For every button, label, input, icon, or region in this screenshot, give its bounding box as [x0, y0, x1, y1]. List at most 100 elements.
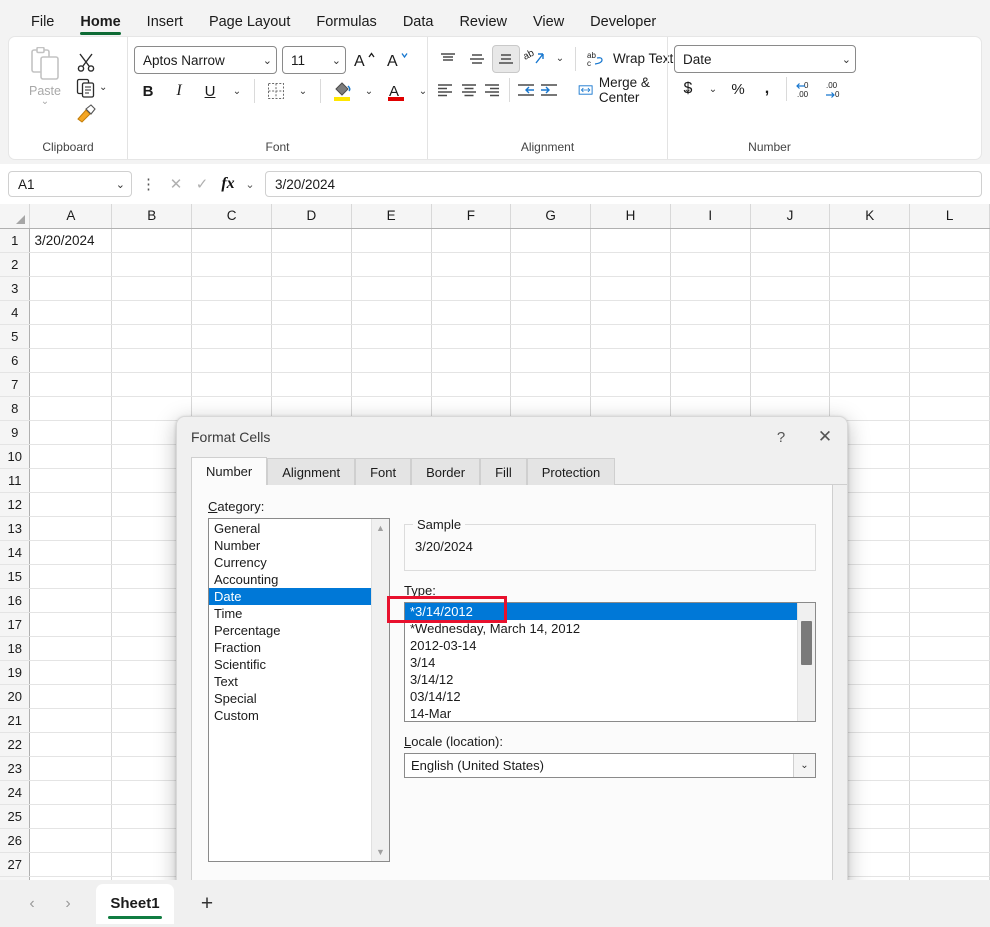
cell-L13[interactable] — [909, 516, 990, 541]
category-item-currency[interactable]: Currency — [209, 554, 371, 571]
help-icon[interactable]: ? — [759, 418, 803, 456]
category-item-time[interactable]: Time — [209, 605, 371, 622]
cell-A19[interactable] — [29, 660, 113, 685]
number-format-combo[interactable]: Date ⌄ — [674, 45, 856, 73]
borders-dropdown[interactable]: ⌄ — [293, 77, 313, 105]
add-sheet-button[interactable]: + — [184, 889, 230, 919]
underline-dropdown[interactable]: ⌄ — [227, 77, 247, 105]
dialog-tab-border[interactable]: Border — [411, 458, 481, 485]
decrease-font-size-button[interactable]: A — [384, 46, 412, 74]
cell-F1[interactable] — [431, 228, 512, 253]
fill-color-dropdown[interactable]: ⌄ — [359, 77, 379, 105]
percent-style-button[interactable]: % — [724, 75, 752, 103]
column-header-J[interactable]: J — [750, 204, 831, 229]
type-item-4[interactable]: 3/14/12 — [405, 671, 797, 688]
cell-L14[interactable] — [909, 540, 990, 565]
cell-G3[interactable] — [510, 276, 592, 301]
cell-G1[interactable] — [510, 228, 592, 253]
cell-I4[interactable] — [670, 300, 751, 325]
confirm-entry-button[interactable]: ✓ — [191, 173, 213, 195]
type-item-5[interactable]: 03/14/12 — [405, 688, 797, 705]
cell-J4[interactable] — [750, 300, 831, 325]
row-header-13[interactable]: 13 — [0, 516, 31, 541]
cell-I2[interactable] — [670, 252, 751, 277]
row-header-23[interactable]: 23 — [0, 756, 31, 781]
cell-K7[interactable] — [829, 372, 911, 397]
cell-A24[interactable] — [29, 780, 113, 805]
row-header-8[interactable]: 8 — [0, 396, 31, 421]
row-header-24[interactable]: 24 — [0, 780, 31, 805]
cell-C7[interactable] — [191, 372, 272, 397]
font-name-combo[interactable]: Aptos Narrow ⌄ — [134, 46, 277, 74]
row-header-11[interactable]: 11 — [0, 468, 31, 493]
cell-L10[interactable] — [909, 444, 990, 469]
row-header-26[interactable]: 26 — [0, 828, 31, 853]
scroll-down-icon[interactable]: ▼ — [372, 843, 389, 861]
row-header-27[interactable]: 27 — [0, 852, 31, 877]
cell-B3[interactable] — [111, 276, 193, 301]
increase-decimal-button[interactable]: 0 .00 — [792, 75, 820, 103]
cell-G5[interactable] — [510, 324, 592, 349]
cell-C6[interactable] — [191, 348, 272, 373]
more-options-icon[interactable]: ⋮ — [138, 175, 159, 193]
cell-G2[interactable] — [510, 252, 592, 277]
column-header-B[interactable]: B — [111, 204, 193, 229]
column-header-I[interactable]: I — [670, 204, 751, 229]
cell-B6[interactable] — [111, 348, 193, 373]
cell-J2[interactable] — [750, 252, 831, 277]
cell-H4[interactable] — [590, 300, 671, 325]
type-item-3[interactable]: 3/14 — [405, 654, 797, 671]
row-header-10[interactable]: 10 — [0, 444, 31, 469]
insert-function-button[interactable]: fx — [217, 173, 239, 195]
category-item-date[interactable]: Date — [209, 588, 371, 605]
cell-F7[interactable] — [431, 372, 512, 397]
column-header-A[interactable]: A — [29, 204, 113, 229]
type-item-0[interactable]: *3/14/2012 — [405, 603, 797, 620]
cell-K1[interactable] — [829, 228, 911, 253]
align-bottom-button[interactable] — [492, 44, 520, 73]
name-box[interactable]: A1 ⌄ — [8, 171, 132, 197]
cell-A14[interactable] — [29, 540, 113, 565]
row-header-22[interactable]: 22 — [0, 732, 31, 757]
expand-formula-bar-icon[interactable]: ⌄ — [243, 173, 257, 195]
cell-A27[interactable] — [29, 852, 113, 877]
cell-C5[interactable] — [191, 324, 272, 349]
type-item-2[interactable]: 2012-03-14 — [405, 637, 797, 654]
cell-K5[interactable] — [829, 324, 911, 349]
cell-L12[interactable] — [909, 492, 990, 517]
cell-I1[interactable] — [670, 228, 751, 253]
column-header-C[interactable]: C — [191, 204, 272, 229]
type-scrollbar-thumb[interactable] — [801, 621, 812, 665]
cell-G7[interactable] — [510, 372, 592, 397]
cell-G4[interactable] — [510, 300, 592, 325]
category-listbox[interactable]: General Number Currency Accounting Date Time P… — [208, 518, 390, 862]
cell-L15[interactable] — [909, 564, 990, 589]
cell-A15[interactable] — [29, 564, 113, 589]
type-item-1[interactable]: *Wednesday, March 14, 2012 — [405, 620, 797, 637]
align-middle-button[interactable] — [463, 45, 491, 73]
row-header-7[interactable]: 7 — [0, 372, 31, 397]
cell-A26[interactable] — [29, 828, 113, 853]
ribbon-tab-review[interactable]: Review — [446, 14, 520, 37]
cell-A22[interactable] — [29, 732, 113, 757]
cell-L8[interactable] — [909, 396, 990, 421]
cell-L19[interactable] — [909, 660, 990, 685]
row-header-4[interactable]: 4 — [0, 300, 31, 325]
cell-F3[interactable] — [431, 276, 512, 301]
cell-L16[interactable] — [909, 588, 990, 613]
category-item-percentage[interactable]: Percentage — [209, 622, 371, 639]
align-right-button[interactable] — [481, 76, 504, 104]
cell-B2[interactable] — [111, 252, 193, 277]
cell-J7[interactable] — [750, 372, 831, 397]
cell-A18[interactable] — [29, 636, 113, 661]
cell-A11[interactable] — [29, 468, 113, 493]
cell-I5[interactable] — [670, 324, 751, 349]
row-header-9[interactable]: 9 — [0, 420, 31, 445]
cell-L22[interactable] — [909, 732, 990, 757]
cell-L3[interactable] — [909, 276, 990, 301]
cell-D2[interactable] — [271, 252, 352, 277]
cell-A25[interactable] — [29, 804, 113, 829]
align-left-button[interactable] — [434, 76, 457, 104]
orientation-dropdown[interactable]: ⌄ — [550, 45, 570, 73]
cell-J1[interactable] — [750, 228, 831, 253]
